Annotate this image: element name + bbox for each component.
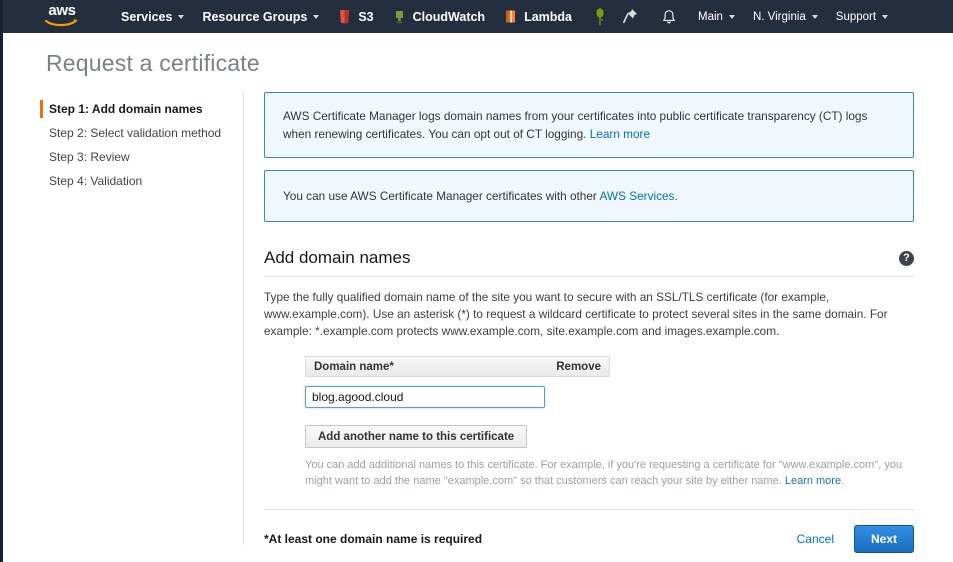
nav-services[interactable]: Services — [112, 0, 193, 33]
chevron-down-icon — [313, 14, 320, 19]
sidebar-step-3-label: Step 3: Review — [49, 150, 130, 164]
domain-table-header: Domain name* Remove — [305, 356, 610, 377]
domain-helper-text-after: . — [841, 475, 845, 487]
sidebar-content-divider — [243, 92, 244, 545]
aws-services-banner: You can use AWS Certificate Manager cert… — [264, 170, 914, 222]
nav-shortcut-s3-label: S3 — [358, 9, 374, 24]
section-header: Add domain names ? — [264, 248, 914, 268]
nav-account-menu[interactable]: Main — [689, 0, 744, 33]
s3-icon — [337, 9, 352, 24]
aws-logo[interactable]: aws — [42, 1, 82, 30]
column-header-remove: Remove — [556, 360, 601, 373]
nav-shortcut-s3[interactable]: S3 — [328, 0, 382, 33]
sidebar-step-3[interactable]: Step 3: Review — [44, 145, 234, 169]
nav-services-label: Services — [121, 9, 173, 24]
top-navigation-bar: aws Services Resource Groups S3 CloudWat… — [0, 0, 953, 33]
aws-services-link[interactable]: AWS Services — [600, 189, 675, 203]
column-header-domain-name: Domain name* — [314, 360, 394, 373]
aws-smile-icon — [45, 18, 78, 26]
nav-resource-groups-label: Resource Groups — [202, 9, 308, 24]
sidebar-step-4[interactable]: Step 4: Validation — [44, 169, 234, 193]
ct-logging-learn-more-link[interactable]: Learn more — [590, 127, 650, 141]
aws-logo-text: aws — [48, 1, 76, 19]
sidebar-step-1[interactable]: Step 1: Add domain names — [40, 97, 234, 121]
domain-helper-text: You can add additional names to this cer… — [305, 457, 915, 489]
footer-actions: Cancel Next — [797, 525, 914, 553]
pinned-shortcuts — [581, 6, 649, 28]
wizard-steps-sidebar: Step 1: Add domain names Step 2: Select … — [40, 97, 234, 193]
domain-names-table: Domain name* Remove Add another name to … — [305, 356, 610, 448]
section-title-label: Add domain names — [264, 248, 411, 267]
section-title-rule — [264, 276, 914, 277]
page-title: Request a certificate — [46, 50, 260, 76]
chevron-down-icon — [728, 14, 735, 19]
footer-divider — [264, 509, 914, 510]
nav-shortcut-cloudwatch-label: CloudWatch — [412, 9, 486, 24]
lambda-icon — [503, 9, 518, 24]
aws-services-banner-text-before: You can use AWS Certificate Manager cert… — [283, 189, 600, 203]
nav-shortcut-cloudwatch[interactable]: CloudWatch — [383, 0, 494, 33]
sidebar-step-1-label: Step 1: Add domain names — [49, 102, 203, 116]
chevron-down-icon — [811, 14, 818, 19]
domain-name-input[interactable] — [305, 386, 545, 408]
notifications-bell-button[interactable] — [649, 9, 689, 25]
add-another-name-button[interactable]: Add another name to this certificate — [305, 425, 528, 448]
ct-logging-banner-text: AWS Certificate Manager logs domain name… — [283, 109, 868, 141]
nav-region-label: N. Virginia — [752, 10, 806, 23]
nav-resource-groups[interactable]: Resource Groups — [193, 0, 328, 33]
cancel-button[interactable]: Cancel — [797, 532, 834, 546]
nav-shortcut-lambda-label: Lambda — [524, 9, 573, 24]
left-edge-strip — [0, 0, 3, 562]
nav-support-menu[interactable]: Support — [827, 0, 897, 33]
nav-account-label: Main — [698, 10, 723, 23]
sidebar-step-4-label: Step 4: Validation — [49, 174, 143, 188]
required-note: *At least one domain name is required — [264, 532, 483, 546]
main-content: AWS Certificate Manager logs domain name… — [264, 92, 914, 553]
domain-helper-learn-more-link[interactable]: Learn more — [785, 475, 841, 487]
chevron-down-icon — [178, 14, 185, 19]
aws-services-banner-text-after: . — [674, 189, 678, 203]
ct-logging-banner: AWS Certificate Manager logs domain name… — [264, 92, 914, 158]
nav-region-menu[interactable]: N. Virginia — [744, 0, 827, 33]
green-pin-icon[interactable] — [590, 6, 610, 28]
wizard-footer: *At least one domain name is required Ca… — [264, 525, 914, 553]
nav-support-label: Support — [835, 10, 877, 23]
sidebar-step-2[interactable]: Step 2: Select validation method — [44, 121, 234, 145]
white-pin-icon[interactable] — [620, 6, 640, 28]
next-button[interactable]: Next — [853, 525, 914, 553]
notifications-bell-icon — [663, 9, 675, 23]
cloudwatch-icon — [392, 9, 407, 24]
sidebar-step-2-label: Step 2: Select validation method — [49, 126, 222, 140]
chevron-down-icon — [882, 14, 889, 19]
help-icon[interactable]: ? — [899, 250, 914, 266]
section-description: Type the fully qualified domain name of … — [264, 290, 888, 338]
nav-shortcut-lambda[interactable]: Lambda — [494, 0, 581, 33]
